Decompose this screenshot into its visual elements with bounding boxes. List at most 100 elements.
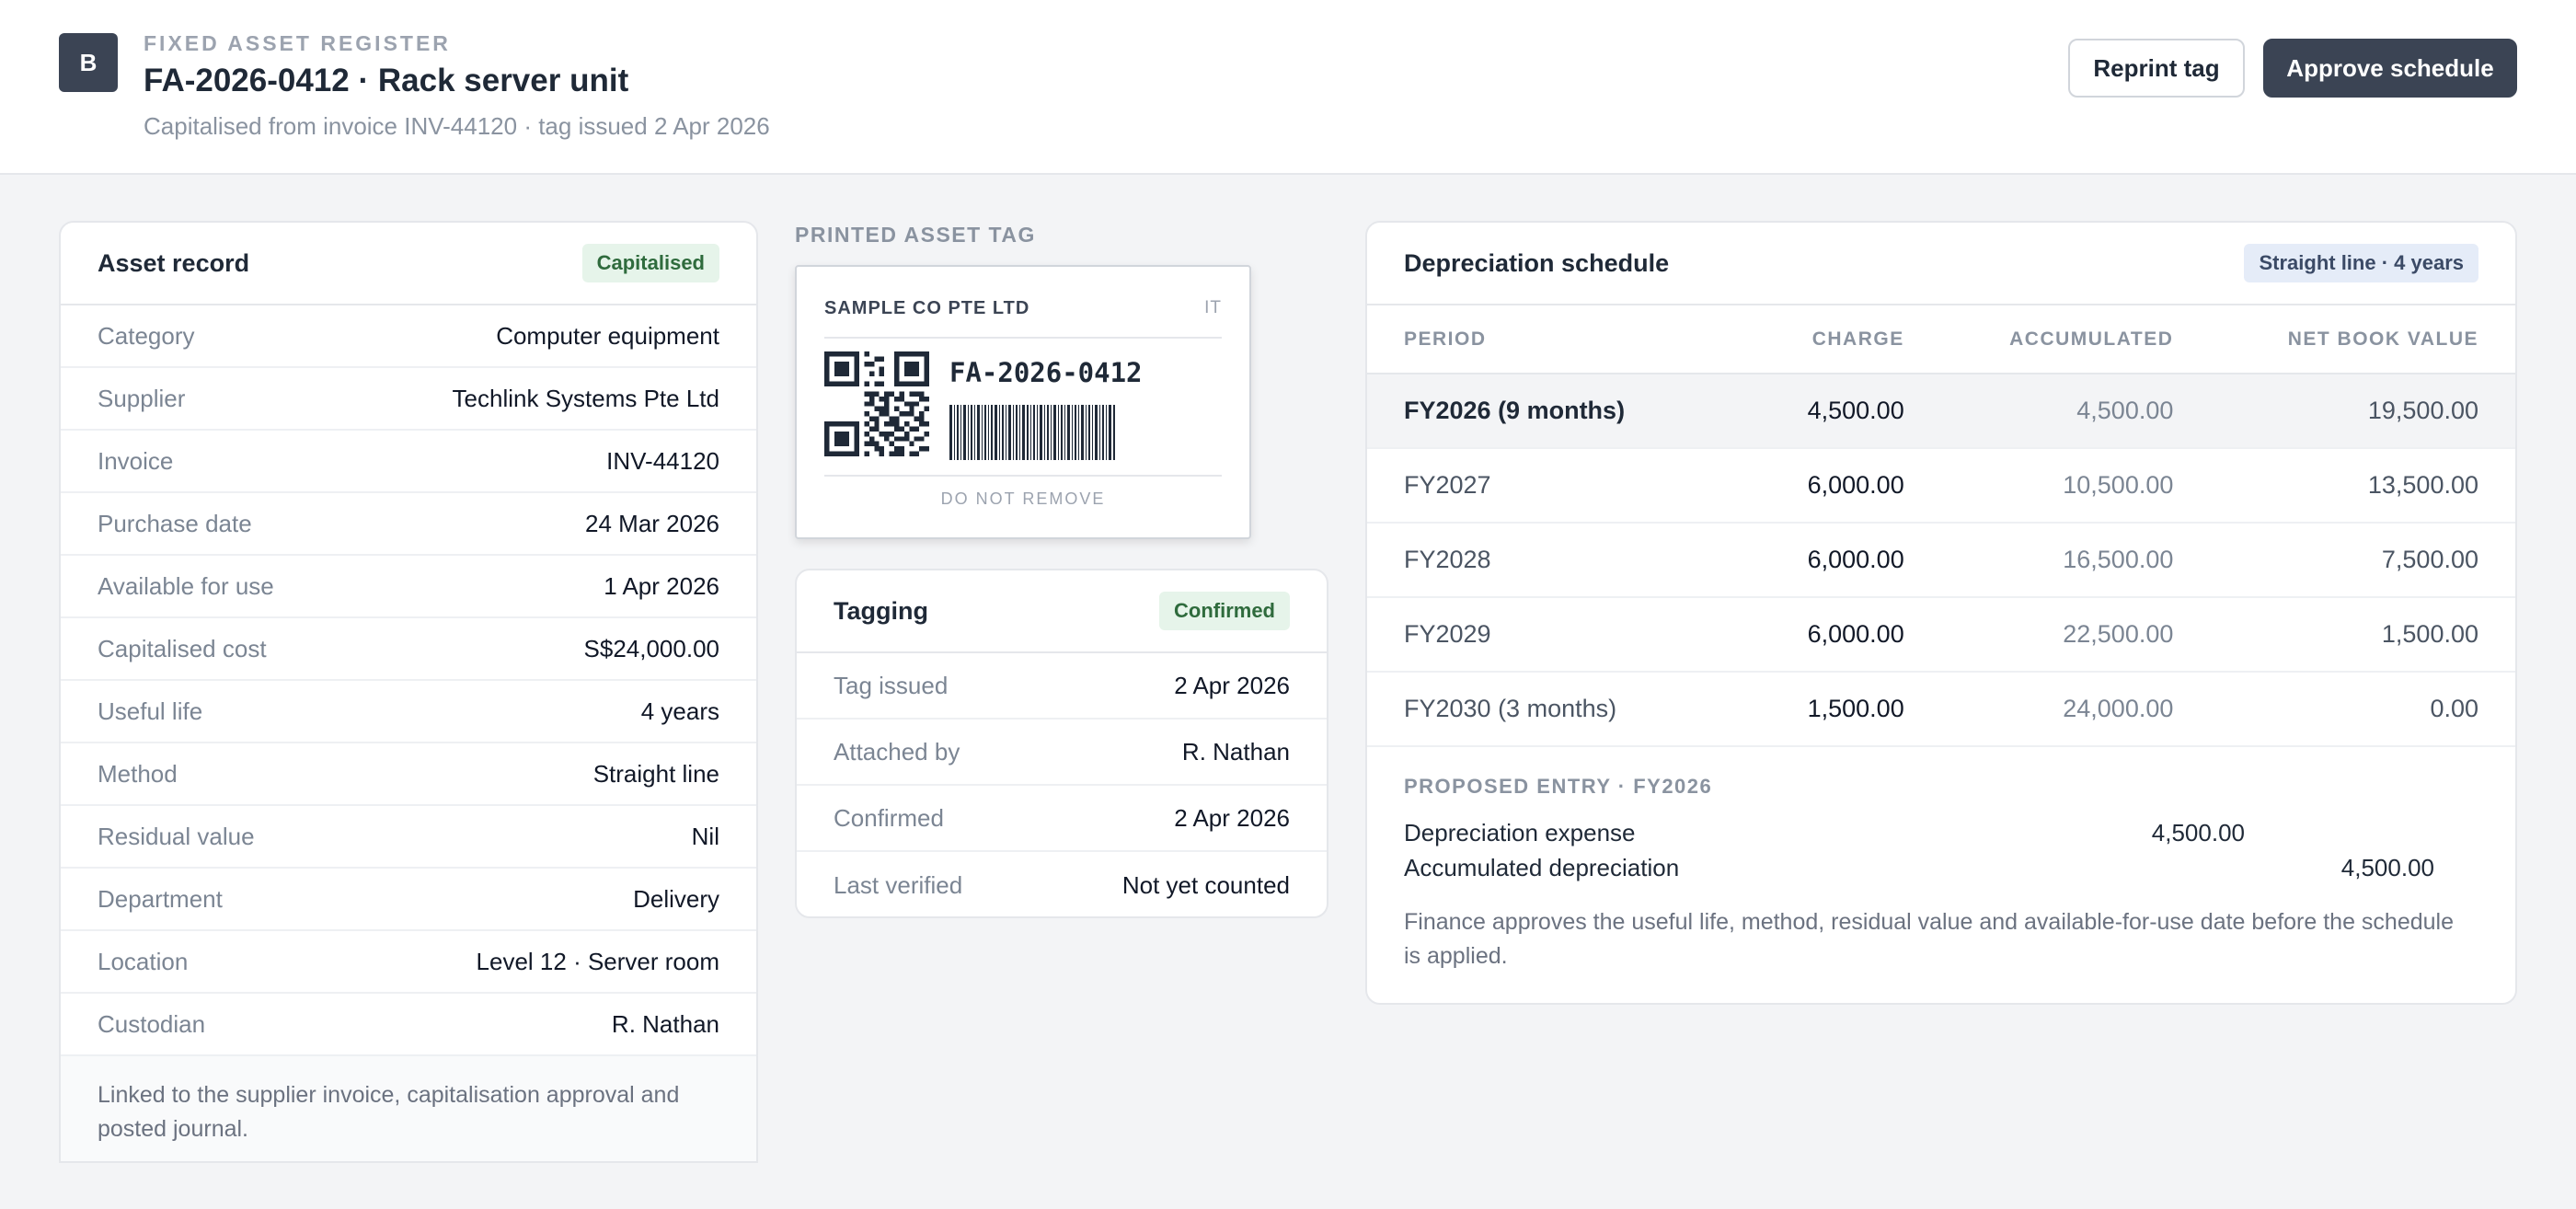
asset-row-invoice: Invoice INV-44120 bbox=[61, 431, 756, 493]
tagging-title: Tagging bbox=[834, 596, 928, 625]
period-cell: FY2026 (9 months) bbox=[1367, 374, 1763, 449]
row-value: Nil bbox=[691, 822, 719, 850]
row-label: Tag issued bbox=[834, 671, 949, 699]
row-value: INV-44120 bbox=[606, 446, 719, 475]
method-badge: Straight line · 4 years bbox=[2244, 244, 2478, 282]
asset-record-card: Asset record Capitalised Category Comput… bbox=[59, 221, 758, 1163]
accumulated-cell: 22,500.00 bbox=[1940, 597, 2211, 673]
nbv-cell: 1,500.00 bbox=[2210, 597, 2515, 673]
row-value: 24 Mar 2026 bbox=[585, 509, 719, 537]
nbv-cell: 0.00 bbox=[2210, 672, 2515, 747]
row-label: Method bbox=[98, 759, 178, 788]
depreciation-title: Depreciation schedule bbox=[1404, 248, 1670, 277]
nbv-cell: 13,500.00 bbox=[2210, 448, 2515, 524]
tagging-card: Tagging Confirmed Tag issued 2 Apr 2026 … bbox=[795, 569, 1328, 918]
tag-category-code: IT bbox=[1204, 298, 1222, 317]
row-value: Not yet counted bbox=[1121, 870, 1290, 899]
table-row: FY2030 (3 months) 1,500.00 24,000.00 0.0… bbox=[1367, 672, 2515, 747]
period-cell: FY2030 (3 months) bbox=[1367, 672, 1763, 747]
column-header-net-book-value: NET BOOK VALUE bbox=[2210, 305, 2515, 374]
entry-debit-account: Depreciation expense bbox=[1404, 819, 1636, 846]
row-value: 1 Apr 2026 bbox=[604, 571, 719, 600]
tag-company-name: SAMPLE CO PTE LTD bbox=[824, 298, 1030, 318]
tagging-row-tag-issued: Tag issued 2 Apr 2026 bbox=[797, 653, 1327, 720]
row-label: Category bbox=[98, 321, 195, 350]
proposed-entry-label: PROPOSED ENTRY · FY2026 bbox=[1404, 775, 1713, 798]
row-value: Level 12 · Server room bbox=[476, 947, 719, 975]
app-logo: B bbox=[59, 33, 118, 92]
asset-row-custodian: Custodian R. Nathan bbox=[61, 994, 756, 1056]
charge-cell: 1,500.00 bbox=[1762, 672, 1941, 747]
charge-cell: 4,500.00 bbox=[1762, 374, 1941, 449]
qr-code-icon bbox=[824, 351, 929, 456]
page-title: FA-2026-0412 · Rack server unit bbox=[144, 63, 629, 98]
nbv-cell: 19,500.00 bbox=[2210, 374, 2515, 449]
row-value: Techlink Systems Pte Ltd bbox=[452, 384, 719, 412]
row-label: Residual value bbox=[98, 822, 255, 850]
asset-record-footnote: Linked to the supplier invoice, capitali… bbox=[61, 1056, 756, 1161]
page-subtitle: Capitalised from invoice INV-44120 · tag… bbox=[144, 112, 770, 140]
row-value: 4 years bbox=[640, 697, 719, 725]
depreciation-table: PERIOD CHARGE ACCUMULATED NET BOOK VALUE… bbox=[1367, 305, 2515, 747]
approve-schedule-button[interactable]: Approve schedule bbox=[2263, 39, 2517, 98]
period-cell: FY2029 bbox=[1367, 597, 1763, 673]
tag-footer-text: DO NOT REMOVE bbox=[940, 489, 1106, 508]
tagging-row-last-verified: Last verified Not yet counted bbox=[797, 852, 1327, 916]
approval-note: Finance approves the useful life, method… bbox=[1404, 909, 2454, 969]
period-cell: FY2028 bbox=[1367, 523, 1763, 598]
row-label: Location bbox=[98, 947, 189, 975]
column-header-charge: CHARGE bbox=[1762, 305, 1941, 374]
printed-tag-label: PRINTED ASSET TAG bbox=[795, 223, 1036, 247]
charge-cell: 6,000.00 bbox=[1762, 523, 1941, 598]
row-label: Available for use bbox=[98, 571, 274, 600]
row-value: Computer equipment bbox=[496, 321, 719, 350]
status-badge: Capitalised bbox=[581, 244, 719, 282]
charge-cell: 6,000.00 bbox=[1762, 448, 1941, 524]
row-label: Department bbox=[98, 884, 223, 913]
reprint-tag-button[interactable]: Reprint tag bbox=[2068, 39, 2245, 98]
asset-record-header: Asset record Capitalised bbox=[61, 223, 756, 305]
column-header-period: PERIOD bbox=[1367, 305, 1763, 374]
entry-credit-amount: 4,500.00 bbox=[2340, 854, 2434, 881]
nbv-cell: 7,500.00 bbox=[2210, 523, 2515, 598]
depreciation-schedule-card: Depreciation schedule Straight line · 4 … bbox=[1365, 221, 2517, 1005]
accumulated-cell: 16,500.00 bbox=[1940, 523, 2211, 598]
accumulated-cell: 4,500.00 bbox=[1940, 374, 2211, 449]
row-value: Delivery bbox=[633, 884, 719, 913]
asset-record-title: Asset record bbox=[98, 248, 250, 277]
row-label: Useful life bbox=[98, 697, 203, 725]
row-label: Purchase date bbox=[98, 509, 252, 537]
row-label: Attached by bbox=[834, 737, 960, 766]
charge-cell: 6,000.00 bbox=[1762, 597, 1941, 673]
asset-row-available-for-use: Available for use 1 Apr 2026 bbox=[61, 556, 756, 618]
column-header-accumulated: ACCUMULATED bbox=[1940, 305, 2211, 374]
row-label: Capitalised cost bbox=[98, 634, 267, 662]
table-row: FY2027 6,000.00 10,500.00 13,500.00 bbox=[1367, 448, 2515, 524]
accumulated-cell: 10,500.00 bbox=[1940, 448, 2211, 524]
barcode-icon bbox=[949, 405, 1115, 460]
asset-row-category: Category Computer equipment bbox=[61, 305, 756, 368]
page-header: B FIXED ASSET REGISTER FA-2026-0412 · Ra… bbox=[0, 0, 2576, 175]
entry-credit-account: Accumulated depreciation bbox=[1404, 854, 1680, 881]
tag-divider bbox=[824, 337, 1222, 339]
table-row: FY2028 6,000.00 16,500.00 7,500.00 bbox=[1367, 523, 2515, 598]
status-badge: Confirmed bbox=[1159, 592, 1290, 630]
row-value: R. Nathan bbox=[1181, 737, 1290, 766]
asset-row-department: Department Delivery bbox=[61, 869, 756, 931]
table-row: FY2026 (9 months) 4,500.00 4,500.00 19,5… bbox=[1367, 374, 2515, 449]
tagging-header: Tagging Confirmed bbox=[797, 570, 1327, 653]
entry-debit-amount: 4,500.00 bbox=[2151, 819, 2245, 846]
accumulated-cell: 24,000.00 bbox=[1940, 672, 2211, 747]
asset-row-method: Method Straight line bbox=[61, 743, 756, 806]
asset-row-capitalised-cost: Capitalised cost S$24,000.00 bbox=[61, 618, 756, 681]
row-label: Custodian bbox=[98, 1009, 206, 1038]
row-label: Confirmed bbox=[834, 803, 944, 832]
row-label: Invoice bbox=[98, 446, 174, 475]
tagging-row-confirmed: Confirmed 2 Apr 2026 bbox=[797, 786, 1327, 852]
asset-row-residual-value: Residual value Nil bbox=[61, 806, 756, 869]
row-value: 2 Apr 2026 bbox=[1174, 671, 1290, 699]
row-label: Supplier bbox=[98, 384, 186, 412]
asset-row-location: Location Level 12 · Server room bbox=[61, 931, 756, 994]
tagging-row-attached-by: Attached by R. Nathan bbox=[797, 720, 1327, 786]
printed-asset-tag: SAMPLE CO PTE LTD IT FA-2026-0412 DO NOT… bbox=[795, 265, 1251, 539]
